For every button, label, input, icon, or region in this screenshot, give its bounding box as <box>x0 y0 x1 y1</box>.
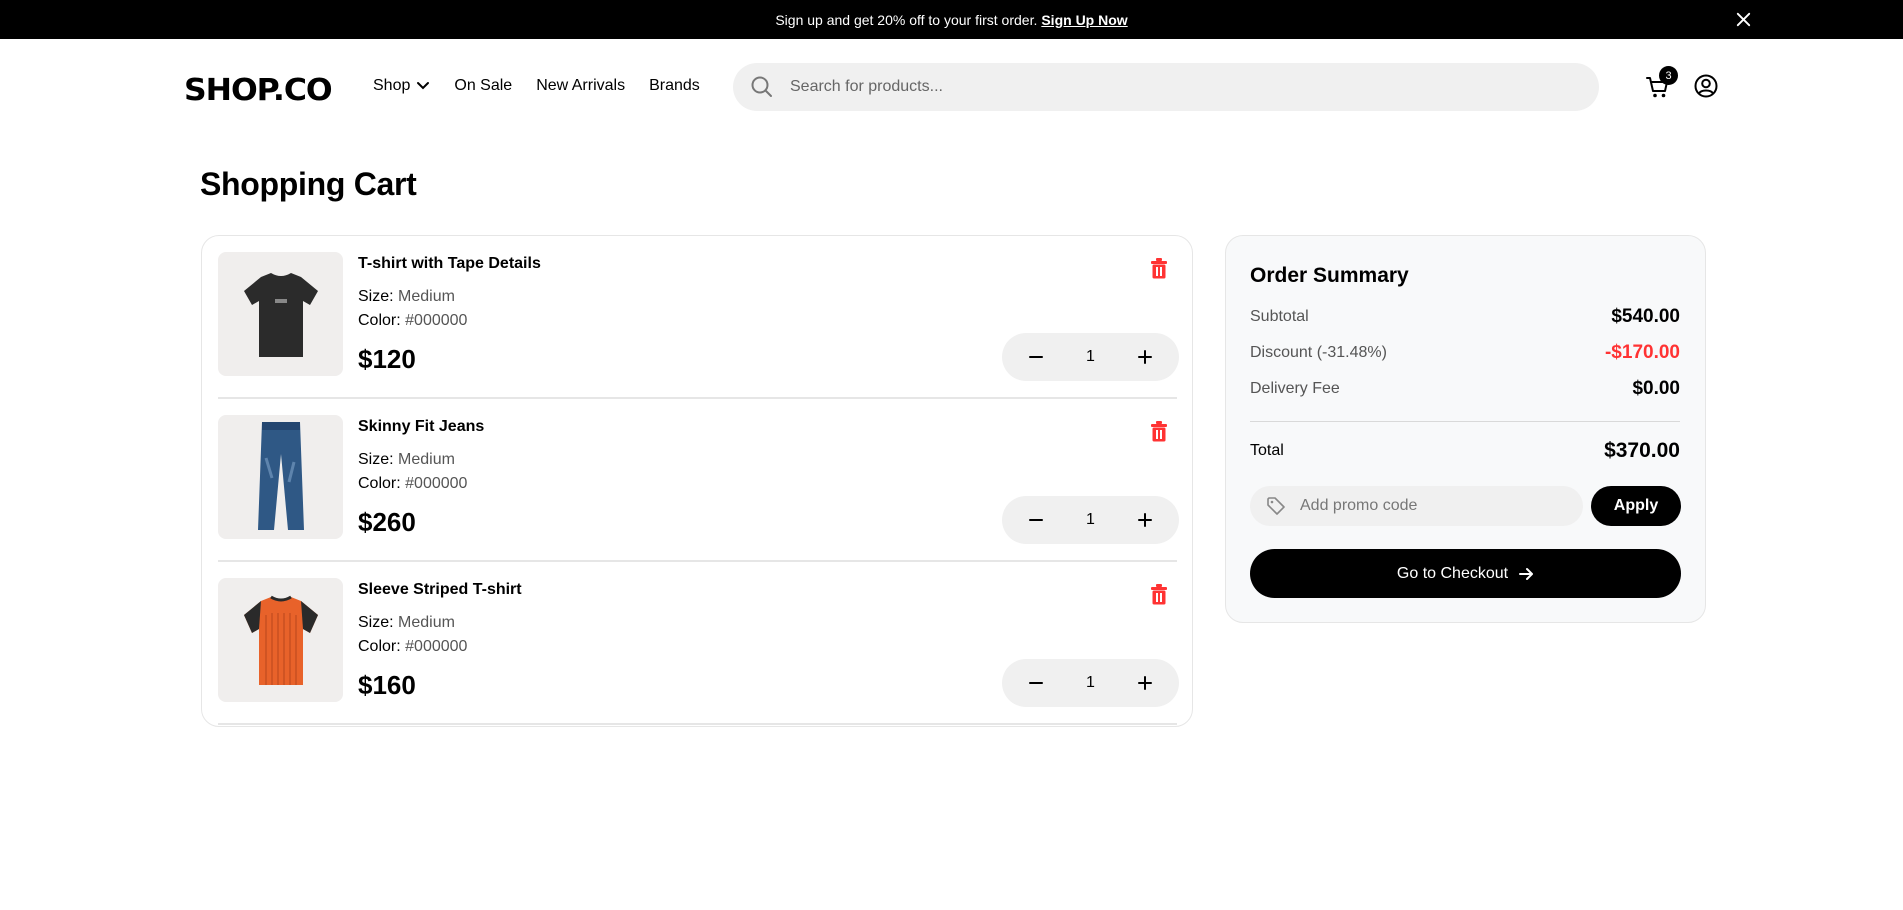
total-label: Total <box>1250 442 1284 459</box>
banner-text: Sign up and get 20% off to your first or… <box>775 11 1038 28</box>
product-color: Color: #000000 <box>358 638 467 656</box>
color-value: #000000 <box>405 475 468 492</box>
search-icon <box>751 76 772 97</box>
nav-item-label: On Sale <box>454 77 513 94</box>
black-tshirt-image <box>243 273 318 357</box>
checkout-label: Go to Checkout <box>1396 564 1509 582</box>
product-price: $120 <box>358 344 416 374</box>
size-value: Medium <box>398 614 455 631</box>
nav-item-new-arrivals[interactable]: New Arrivals <box>536 77 625 95</box>
product-size: Size: Medium <box>358 288 455 306</box>
product-image[interactable] <box>218 415 343 539</box>
size-value: Medium <box>398 451 455 468</box>
plus-icon[interactable] <box>1135 510 1155 530</box>
nav-item-brands[interactable]: Brands <box>649 77 700 95</box>
delivery-fee-label: Delivery Fee <box>1250 380 1340 397</box>
logo[interactable]: SHOP.CO <box>184 73 333 108</box>
discount-row: Discount (-31.48%) -$170.00 <box>1250 342 1680 364</box>
nav-item-label: Brands <box>649 77 700 94</box>
product-color: Color: #000000 <box>358 475 467 493</box>
promo-code-field <box>1250 486 1583 526</box>
minus-icon[interactable] <box>1026 673 1046 693</box>
plus-icon[interactable] <box>1135 673 1155 693</box>
order-summary-title: Order Summary <box>1250 264 1409 287</box>
nav-item-label: New Arrivals <box>536 77 626 94</box>
blue-jeans-image <box>257 422 304 530</box>
tag-icon <box>1267 497 1285 515</box>
chevron-down-icon <box>417 82 430 90</box>
trash-icon[interactable] <box>1148 256 1170 280</box>
quantity-stepper: 1 <box>1002 659 1179 707</box>
main-nav: Shop On Sale New Arrivals Brands <box>373 77 724 95</box>
product-image[interactable] <box>218 578 343 702</box>
site-header: SHOP.CO Shop On Sale New Arrivals Brands… <box>0 39 1903 139</box>
summary-divider <box>1250 421 1680 422</box>
discount-value: -$170.00 <box>1604 342 1680 363</box>
order-summary: Order Summary Subtotal $540.00 Discount … <box>1225 235 1706 623</box>
discount-label: Discount (-31.48%) <box>1250 344 1387 361</box>
nav-item-shop[interactable]: Shop <box>373 77 430 95</box>
total-value: $370.00 <box>1604 439 1680 462</box>
size-label: Size: <box>358 288 394 305</box>
sign-up-link[interactable]: Sign Up Now <box>1041 12 1127 28</box>
cart-item: T-shirt with Tape Details Size: Medium C… <box>218 236 1179 399</box>
quantity-stepper: 1 <box>1002 333 1179 381</box>
nav-item-label: Shop <box>373 77 411 94</box>
search-input[interactable] <box>790 78 1550 96</box>
color-label: Color: <box>358 312 401 329</box>
total-row: Total $370.00 <box>1250 439 1680 463</box>
user-account-icon[interactable] <box>1693 73 1719 99</box>
product-price: $260 <box>358 507 416 537</box>
subtotal-value: $540.00 <box>1611 306 1680 327</box>
color-value: #000000 <box>405 638 468 655</box>
size-label: Size: <box>358 451 394 468</box>
minus-icon[interactable] <box>1026 347 1046 367</box>
quantity-stepper: 1 <box>1002 496 1179 544</box>
product-image[interactable] <box>218 252 343 376</box>
delivery-fee-value: $0.00 <box>1632 378 1680 399</box>
promo-banner: Sign up and get 20% off to your first or… <box>0 0 1903 39</box>
apply-button[interactable]: Apply <box>1591 486 1681 526</box>
color-value: #000000 <box>405 312 468 329</box>
size-value: Medium <box>398 288 455 305</box>
plus-icon[interactable] <box>1135 347 1155 367</box>
product-color: Color: #000000 <box>358 312 467 330</box>
product-name[interactable]: T-shirt with Tape Details <box>358 255 541 273</box>
trash-icon[interactable] <box>1148 419 1170 443</box>
close-icon[interactable] <box>1734 10 1753 29</box>
product-size: Size: Medium <box>358 614 455 632</box>
cart-item: Skinny Fit Jeans Size: Medium Color: #00… <box>218 399 1179 562</box>
cart-item: Sleeve Striped T-shirt Size: Medium Colo… <box>218 562 1179 725</box>
color-label: Color: <box>358 638 401 655</box>
search-bar <box>733 63 1599 111</box>
cart-items-list: T-shirt with Tape Details Size: Medium C… <box>201 235 1193 727</box>
product-name[interactable]: Sleeve Striped T-shirt <box>358 581 522 599</box>
quantity-value: 1 <box>1086 511 1095 528</box>
subtotal-row: Subtotal $540.00 <box>1250 306 1680 328</box>
subtotal-label: Subtotal <box>1250 308 1309 325</box>
delivery-fee-row: Delivery Fee $0.00 <box>1250 378 1680 400</box>
arrow-right-icon <box>1519 567 1534 580</box>
orange-striped-tshirt-image <box>243 595 318 685</box>
product-size: Size: Medium <box>358 451 455 469</box>
color-label: Color: <box>358 475 401 492</box>
page-title: Shopping Cart <box>200 166 417 202</box>
size-label: Size: <box>358 614 394 631</box>
quantity-value: 1 <box>1086 348 1095 365</box>
nav-item-on-sale[interactable]: On Sale <box>454 77 512 95</box>
product-price: $160 <box>358 670 416 700</box>
minus-icon[interactable] <box>1026 510 1046 530</box>
cart-count-badge: 3 <box>1659 66 1678 85</box>
checkout-button[interactable]: Go to Checkout <box>1250 549 1681 598</box>
product-name[interactable]: Skinny Fit Jeans <box>358 418 484 436</box>
promo-code-input[interactable] <box>1300 497 1550 515</box>
quantity-value: 1 <box>1086 674 1095 691</box>
trash-icon[interactable] <box>1148 582 1170 606</box>
